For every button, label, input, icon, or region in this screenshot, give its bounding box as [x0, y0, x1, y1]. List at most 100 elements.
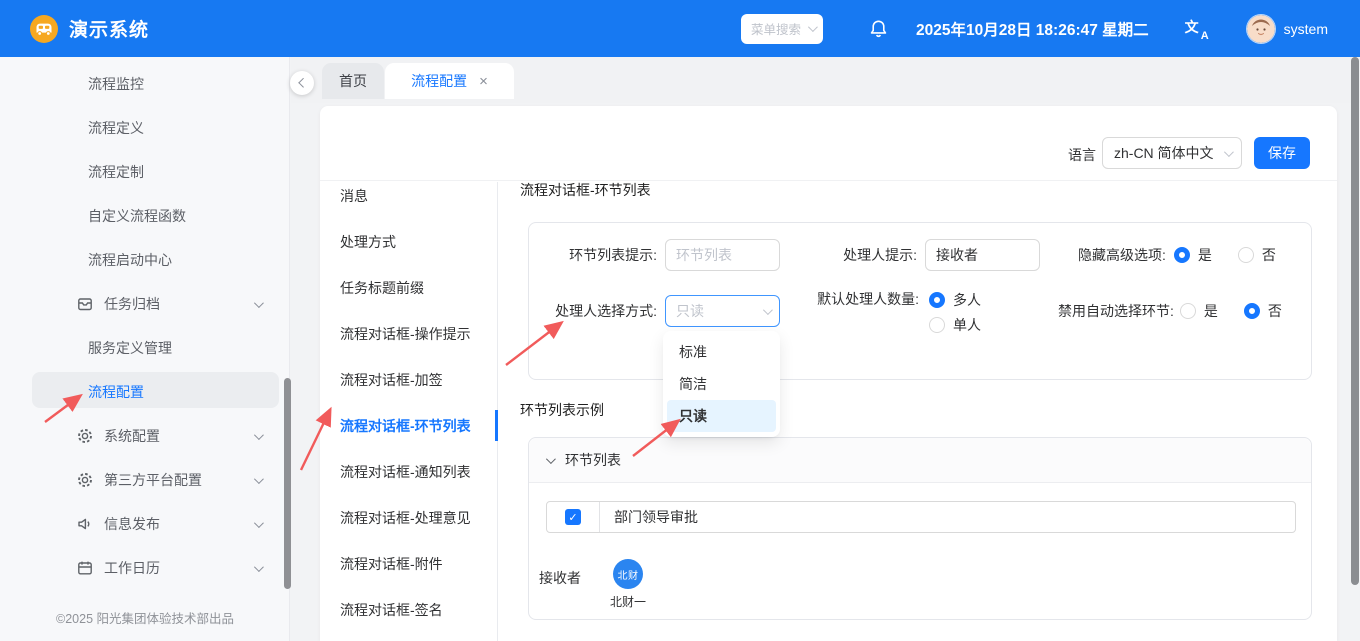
task-name: 部门领导审批: [614, 507, 698, 527]
submenu-item-dialog-countersign[interactable]: 流程对话框-加签: [320, 357, 497, 403]
dropdown-option-simple[interactable]: 简洁: [667, 368, 776, 400]
dropdown-option-readonly[interactable]: 只读: [667, 400, 776, 432]
sidebar-item-process-customize[interactable]: 流程定制: [0, 150, 289, 194]
chevron-down-icon: [763, 305, 773, 315]
translate-icon[interactable]: 文 A: [1185, 17, 1209, 41]
submenu-item-dialog-step-list[interactable]: 流程对话框-环节列表: [320, 403, 497, 449]
radio-checked-icon: [1244, 303, 1260, 319]
select-mode-dropdown-trigger[interactable]: 只读: [665, 295, 780, 327]
sidebar: 流程监控 流程定义 流程定制 自定义流程函数 流程启动中心 任务归档 服务定义管…: [0, 57, 290, 641]
submenu-item-dialog-notify-list[interactable]: 流程对话框-通知列表: [320, 449, 497, 495]
header-datetime: 2025年10月28日 18:26:47 星期二: [916, 18, 1149, 40]
task-divider: [599, 502, 600, 532]
field-disable-auto: 禁用自动选择环节: 是 否: [1058, 295, 1282, 327]
handler-tip-input[interactable]: [925, 239, 1040, 271]
tab-process-config[interactable]: 流程配置 ×: [385, 63, 514, 99]
submenu-item-handle-mode[interactable]: 处理方式: [320, 219, 497, 265]
avatar: [1247, 15, 1275, 43]
radio-unchecked-icon: [929, 317, 945, 333]
main-content-card: 语言 zh-CN 简体中文 保存 消息 处理方式 任务标题前缀 流程对话框-操作…: [320, 106, 1337, 641]
receiver-avatar: 北财: [613, 559, 643, 589]
submenu-active-indicator: [495, 410, 498, 441]
page-scrollbar-thumb[interactable]: [1351, 57, 1359, 585]
app-title: 演示系统: [69, 15, 149, 42]
radio-checked-icon: [1174, 247, 1190, 263]
app-root: 演示系统 菜单搜索 2025年10月28日 18:26:47 星期二 文 A: [0, 0, 1360, 641]
example-panel-header[interactable]: 环节列表: [529, 438, 1311, 483]
radio-hide-advanced-yes[interactable]: 是: [1174, 245, 1212, 265]
chevron-down-icon: [546, 454, 556, 464]
app-header: 演示系统 菜单搜索 2025年10月28日 18:26:47 星期二 文 A: [0, 0, 1360, 57]
chevron-down-icon: [1224, 147, 1234, 157]
chevron-left-icon: [298, 77, 308, 87]
tab-strip: 首页 流程配置 ×: [291, 57, 1360, 103]
radio-unchecked-icon: [1238, 247, 1254, 263]
step-list-tip-input[interactable]: [665, 239, 780, 271]
sidebar-item-custom-process-function[interactable]: 自定义流程函数: [0, 194, 289, 238]
radio-checked-icon: [929, 292, 945, 308]
notification-bell-button[interactable]: [869, 19, 888, 38]
sidebar-scrollbar-thumb[interactable]: [284, 378, 291, 589]
step-task-row: ✓ 部门领导审批: [546, 501, 1296, 533]
menu-search-select[interactable]: 菜单搜索: [741, 14, 823, 44]
sidebar-collapse-button[interactable]: [290, 71, 314, 95]
radio-unchecked-icon: [1180, 303, 1196, 319]
hide-advanced-label: 隐藏高级选项:: [1078, 245, 1166, 265]
car-logo-icon: [30, 15, 58, 43]
close-icon[interactable]: ×: [479, 74, 488, 89]
submenu-item-dialog-handle-opinion[interactable]: 流程对话框-处理意见: [320, 495, 497, 541]
sidebar-item-process-definition[interactable]: 流程定义: [0, 106, 289, 150]
example-panel-title: 环节列表: [565, 450, 621, 470]
default-count-label: 默认处理人数量:: [809, 288, 919, 311]
sidebar-item-task-archive[interactable]: 任务归档: [0, 282, 289, 326]
gear-icon: [76, 471, 94, 489]
menu-search-placeholder: 菜单搜索: [751, 19, 808, 38]
sidebar-item-process-config[interactable]: 流程配置: [0, 370, 289, 414]
sidebar-item-process-start-center[interactable]: 流程启动中心: [0, 238, 289, 282]
submenu-item-dialog-operation-tip[interactable]: 流程对话框-操作提示: [320, 311, 497, 357]
field-select-mode: 处理人选择方式: 只读: [541, 295, 780, 327]
select-mode-dropdown-menu: 标准 简洁 只读: [663, 331, 780, 437]
radio-default-count-single[interactable]: 单人: [929, 313, 981, 336]
header-username: system: [1284, 21, 1328, 37]
submenu-item-message[interactable]: 消息: [320, 173, 497, 219]
submenu-item-dialog-attachment[interactable]: 流程对话框-附件: [320, 541, 497, 587]
section-title: 流程对话框-环节列表: [520, 180, 651, 200]
field-handler-tip: 处理人提示:: [829, 239, 1040, 271]
tab-home[interactable]: 首页: [322, 63, 384, 99]
field-hide-advanced: 隐藏高级选项: 是 否: [1078, 239, 1276, 271]
calendar-icon: [76, 559, 94, 577]
sidebar-item-service-definition-management[interactable]: 服务定义管理: [0, 326, 289, 370]
radio-default-count-multi[interactable]: 多人: [929, 288, 981, 311]
step-list-tip-label: 环节列表提示:: [541, 245, 657, 265]
example-label: 环节列表示例: [520, 400, 604, 420]
step-list-example-panel: 环节列表 ✓ 部门领导审批 接收者 北财 北财一: [528, 437, 1312, 620]
sidebar-item-info-publish[interactable]: 信息发布: [0, 502, 289, 546]
language-select[interactable]: zh-CN 简体中文: [1102, 137, 1242, 169]
chevron-down-icon: [808, 22, 818, 32]
submenu-item-task-title-prefix[interactable]: 任务标题前缀: [320, 265, 497, 311]
sidebar-item-work-calendar[interactable]: 工作日历: [0, 546, 289, 590]
select-mode-label: 处理人选择方式:: [541, 301, 657, 321]
radio-hide-advanced-no[interactable]: 否: [1238, 245, 1276, 265]
receiver-name: 北财一: [598, 593, 658, 610]
gear-icon: [76, 427, 94, 445]
checkbox-checked-icon[interactable]: ✓: [565, 509, 581, 525]
save-button[interactable]: 保存: [1254, 137, 1310, 169]
sidebar-item-process-monitor[interactable]: 流程监控: [0, 62, 289, 106]
submenu-item-dialog-signature[interactable]: 流程对话框-签名: [320, 587, 497, 633]
step-list-form-panel: 环节列表提示: 处理人提示: 隐藏高级选项: 是 否 处理人选择方式:: [528, 222, 1312, 380]
radio-disable-auto-no[interactable]: 否: [1244, 301, 1282, 321]
disable-auto-label: 禁用自动选择环节:: [1058, 301, 1174, 321]
language-label: 语言: [1068, 145, 1096, 165]
sidebar-item-third-party-platform-config[interactable]: 第三方平台配置: [0, 458, 289, 502]
speaker-icon: [76, 515, 94, 533]
sidebar-item-system-config[interactable]: 系统配置: [0, 414, 289, 458]
copyright-text: ©2025 阳光集团体验技术部出品: [0, 608, 290, 627]
dropdown-option-standard[interactable]: 标准: [667, 336, 776, 368]
field-default-count: 默认处理人数量: 多人 单人: [809, 288, 981, 336]
radio-disable-auto-yes[interactable]: 是: [1180, 301, 1218, 321]
receiver-label: 接收者: [539, 568, 581, 588]
bell-icon: [869, 19, 888, 38]
user-menu[interactable]: system: [1247, 15, 1328, 43]
